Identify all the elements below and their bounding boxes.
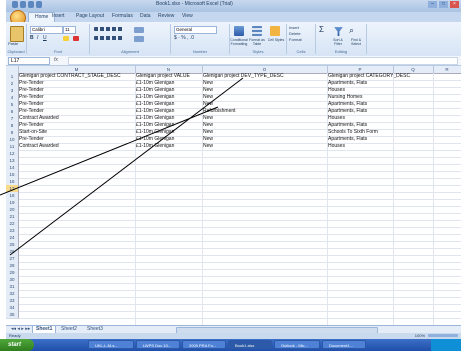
taskbar-item-1[interactable]: UKL-L-M-s... (88, 340, 134, 349)
taskbar-item-6[interactable]: Document1... (322, 340, 366, 349)
taskbar-item-4[interactable]: Book1.xlsx (228, 340, 272, 349)
system-tray (431, 339, 461, 351)
taskbar-item-2[interactable]: LWPS Doc 10... (136, 340, 180, 349)
taskbar-item-5[interactable]: Outlook - Mic... (274, 340, 320, 349)
pointer-line-1 (0, 106, 219, 196)
taskbar: start UKL-L-M-s... LWPS Doc 10... 2009 P… (0, 339, 461, 351)
start-button[interactable]: start (0, 339, 34, 351)
annotation-lines (0, 77, 244, 256)
taskbar-item-3[interactable]: 2009 PRA Fo... (182, 340, 226, 349)
pointer-line-2 (9, 77, 244, 256)
